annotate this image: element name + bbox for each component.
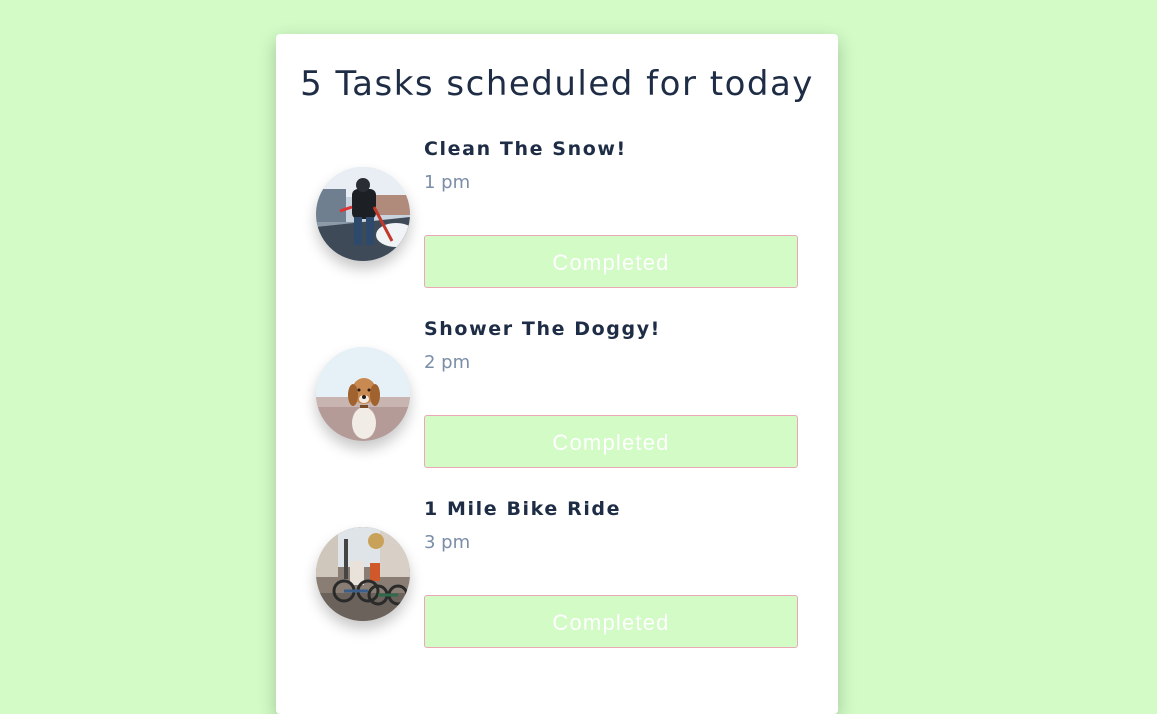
task-item: Clean The Snow! 1 pm Completed: [276, 134, 838, 314]
task-name: Shower The Doggy!: [424, 318, 661, 340]
task-name: Clean The Snow!: [424, 138, 627, 160]
task-image-dog: [316, 347, 410, 441]
task-name: 1 Mile Bike Ride: [424, 498, 622, 520]
task-item: 1 Mile Bike Ride 3 pm Completed: [276, 494, 838, 674]
task-item: Shower The Doggy! 2 pm Completed: [276, 314, 838, 494]
task-image-snow: [316, 167, 410, 261]
task-card: 5 Tasks scheduled for today Clean The Sn…: [276, 34, 838, 714]
task-time: 2 pm: [424, 352, 471, 373]
task-time: 1 pm: [424, 172, 471, 193]
completed-button[interactable]: Completed: [424, 235, 798, 288]
task-image-bike: [316, 527, 410, 621]
completed-button[interactable]: Completed: [424, 595, 798, 648]
completed-button[interactable]: Completed: [424, 415, 798, 468]
card-title: 5 Tasks scheduled for today: [300, 64, 814, 104]
task-time: 3 pm: [424, 532, 471, 553]
